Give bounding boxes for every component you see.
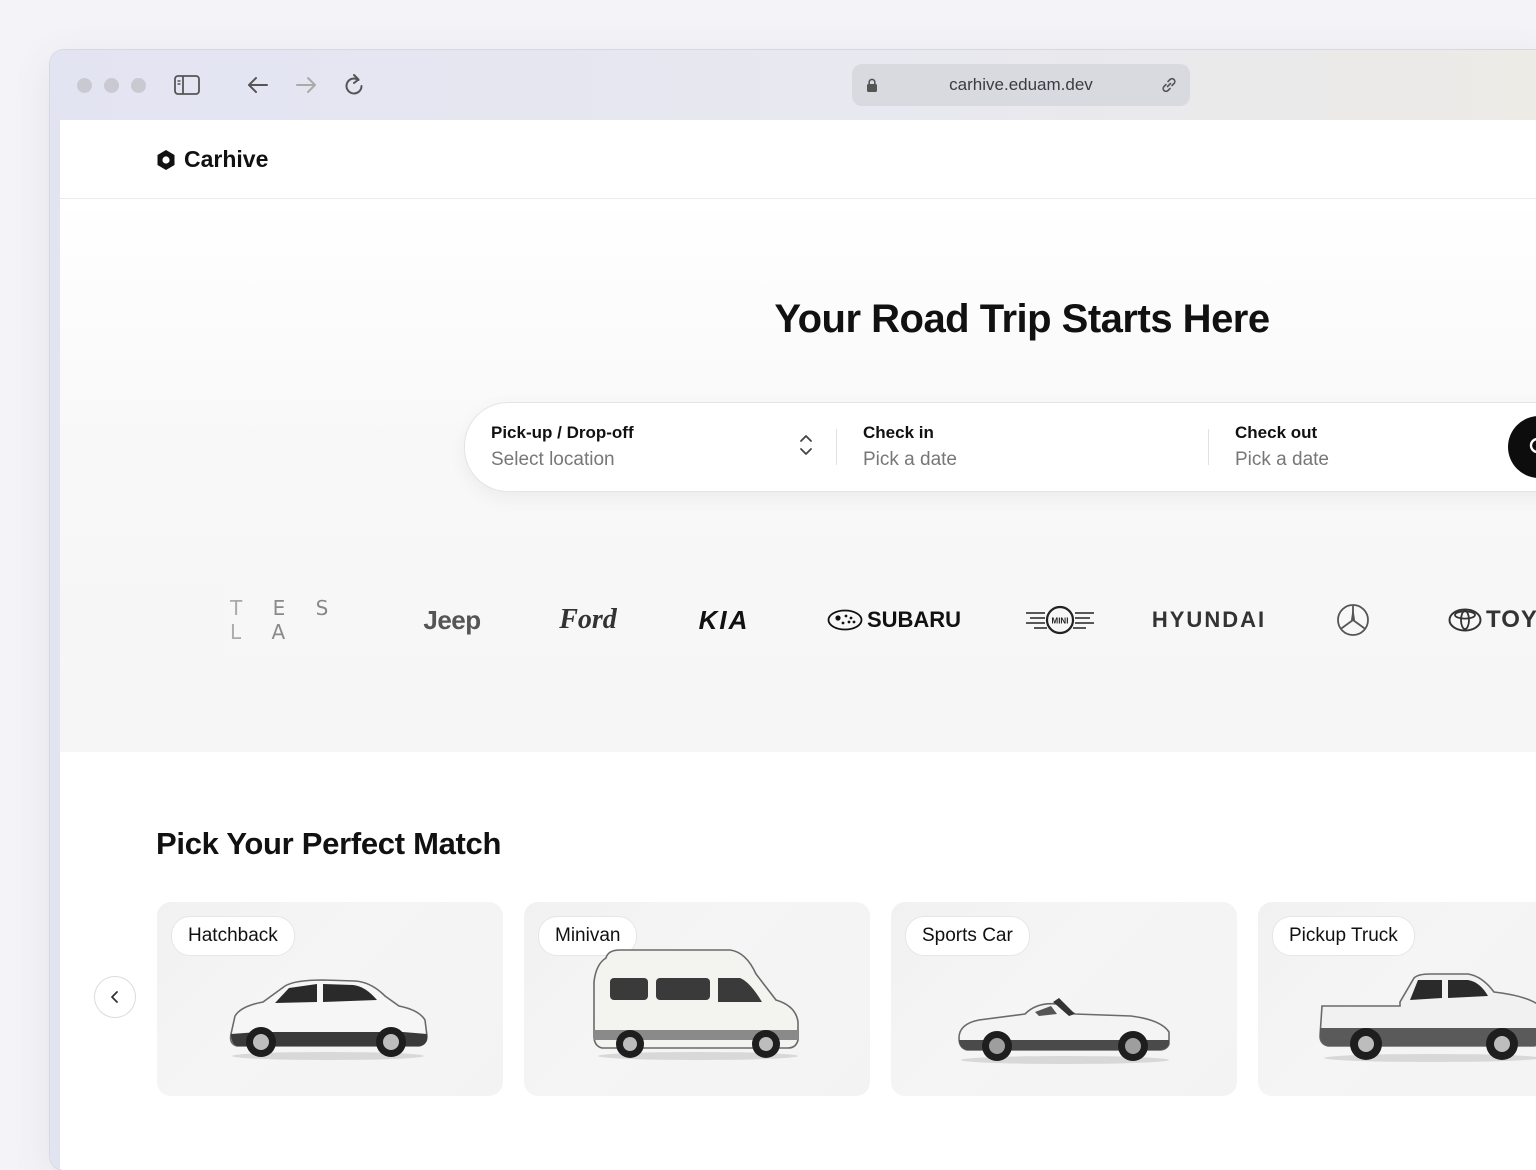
checkout-label: Check out bbox=[1235, 423, 1318, 442]
hexagon-logo-icon bbox=[157, 149, 175, 170]
category-card-minivan[interactable]: Minivan bbox=[524, 902, 870, 1096]
subaru-logo[interactable]: SUBARU bbox=[820, 603, 968, 637]
jeep-logo[interactable]: Jeep bbox=[412, 603, 492, 637]
kia-logo[interactable]: KIA bbox=[688, 603, 760, 637]
minivan-image bbox=[593, 949, 799, 1060]
browser-window: carhive.eduam.dev Carhive Your Road Trip… bbox=[50, 50, 1536, 1170]
search-icon bbox=[1529, 437, 1536, 454]
brand-name: Carhive bbox=[184, 146, 269, 172]
brand-strip-fade bbox=[60, 585, 280, 655]
field-divider bbox=[1208, 429, 1209, 465]
hero-section: Your Road Trip Starts Here Pick-up / Dro… bbox=[60, 199, 1536, 752]
checkout-value: Pick a date bbox=[1235, 449, 1329, 470]
web-page: Carhive Your Road Trip Starts Here Pick-… bbox=[60, 120, 1536, 1170]
mercedes-star-icon bbox=[1337, 604, 1369, 636]
checkin-value: Pick a date bbox=[863, 449, 957, 470]
search-bar: Pick-up / Drop-off Select location Check… bbox=[464, 402, 1536, 492]
mini-logo[interactable]: MINI bbox=[1022, 603, 1098, 637]
link-icon[interactable] bbox=[1160, 76, 1178, 99]
site-header: Carhive bbox=[60, 120, 1536, 199]
checkout-field[interactable]: Check out Pick a date bbox=[1235, 423, 1495, 471]
carousel-prev-button[interactable] bbox=[94, 976, 136, 1018]
category-label: Hatchback bbox=[171, 916, 295, 956]
checkin-field[interactable]: Check in Pick a date bbox=[863, 423, 1163, 471]
chevron-left-icon bbox=[111, 991, 118, 1003]
ford-logo[interactable]: Ford bbox=[548, 603, 628, 637]
close-window-button[interactable] bbox=[77, 78, 92, 93]
section-title: Pick Your Perfect Match bbox=[156, 826, 502, 861]
category-card-hatchback[interactable]: Hatchback bbox=[157, 902, 503, 1096]
reload-icon[interactable] bbox=[338, 70, 370, 100]
arrow-right-icon[interactable] bbox=[290, 70, 322, 100]
mini-wings-icon: MINI bbox=[1026, 605, 1094, 635]
zoom-window-button[interactable] bbox=[131, 78, 146, 93]
category-label: Pickup Truck bbox=[1272, 916, 1415, 956]
field-divider bbox=[836, 429, 837, 465]
subaru-wordmark: SUBARU bbox=[866, 607, 962, 632]
site-logo[interactable]: Carhive bbox=[156, 146, 268, 173]
lock-icon bbox=[866, 78, 878, 98]
search-button[interactable] bbox=[1508, 416, 1536, 478]
checkin-label: Check in bbox=[863, 423, 934, 442]
toyota-wordmark: TOY bbox=[1486, 606, 1536, 633]
url-text: carhive.eduam.dev bbox=[949, 75, 1093, 94]
subaru-stars-icon bbox=[827, 609, 863, 631]
minimize-window-button[interactable] bbox=[104, 78, 119, 93]
category-card-pickup-truck[interactable]: Pickup Truck bbox=[1258, 902, 1536, 1096]
address-bar[interactable]: carhive.eduam.dev bbox=[852, 64, 1190, 106]
chevron-up-down-icon[interactable] bbox=[799, 433, 813, 462]
pickup-truck-image bbox=[1319, 973, 1536, 1062]
category-card-sports-car[interactable]: Sports Car bbox=[891, 902, 1237, 1096]
sidebar-icon[interactable] bbox=[171, 70, 203, 100]
category-label: Sports Car bbox=[905, 916, 1030, 956]
location-value: Select location bbox=[491, 449, 615, 470]
mini-wordmark: MINI bbox=[1052, 617, 1069, 626]
brand-logo-strip: T E S L A Jeep Ford KIA SUBARU MINI HYUN… bbox=[60, 585, 1536, 655]
toyota-ellipses-icon bbox=[1448, 608, 1482, 632]
hyundai-logo[interactable]: HYUNDAI bbox=[1150, 603, 1268, 637]
sports-car-image bbox=[958, 998, 1170, 1064]
location-label: Pick-up / Drop-off bbox=[491, 423, 634, 442]
mercedes-logo[interactable] bbox=[1335, 603, 1371, 637]
toyota-logo[interactable]: TOY bbox=[1448, 603, 1536, 637]
hero-title: Your Road Trip Starts Here bbox=[774, 297, 1270, 341]
arrow-left-icon[interactable] bbox=[242, 70, 274, 100]
location-field[interactable]: Pick-up / Drop-off Select location bbox=[491, 423, 811, 471]
browser-toolbar: carhive.eduam.dev bbox=[50, 50, 1536, 120]
suv-image bbox=[229, 979, 428, 1060]
